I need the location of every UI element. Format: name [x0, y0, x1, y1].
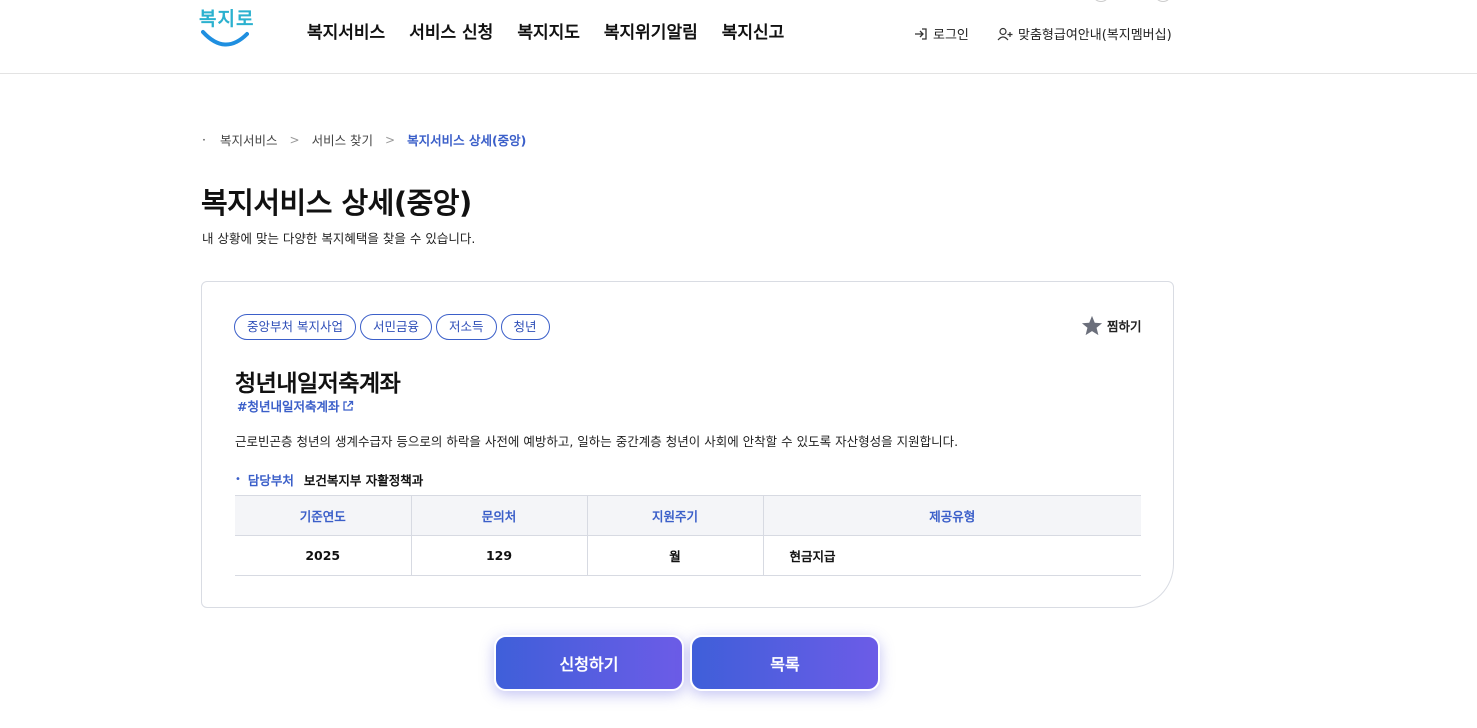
- logo-smile-icon: [201, 30, 249, 47]
- department-info: • 담당부처 보건복지부 자활정책과: [235, 470, 423, 489]
- nav-welfare-service[interactable]: 복지서비스: [307, 18, 385, 43]
- top-util-circle: [1155, 0, 1171, 2]
- tag-central-ministry: 중앙부처 복지사업: [234, 314, 356, 340]
- logo[interactable]: 복지로: [199, 4, 253, 50]
- nav-welfare-map[interactable]: 복지지도: [517, 18, 580, 43]
- service-hashtag-link[interactable]: #청년내일저축계좌: [237, 396, 354, 415]
- membership-label: 맞춤형급여안내(복지멤버십): [1018, 28, 1172, 43]
- breadcrumb-item-service-search[interactable]: 서비스 찾기: [312, 130, 373, 149]
- favorite-label: 찜하기: [1107, 319, 1142, 334]
- header-provision-type: 제공유형: [762, 495, 1141, 536]
- service-name: 청년내일저축계좌: [235, 371, 401, 397]
- chevron-right-icon: >: [385, 132, 396, 147]
- page-title: 복지서비스 상세(중앙): [201, 186, 472, 220]
- cell-support-cycle: 월: [586, 535, 763, 576]
- user-add-icon: [997, 27, 1013, 40]
- hashtag-label: #청년내일저축계좌: [237, 399, 340, 414]
- tag-low-income: 저소득: [436, 314, 497, 340]
- service-info-table: 기준연도 문의처 지원주기 제공유형 2025 129 월 현금지급: [235, 495, 1141, 576]
- cell-provision-type: 현금지급: [762, 535, 1141, 576]
- breadcrumb-bullet: ·: [202, 132, 206, 147]
- page-description: 내 상황에 맞는 다양한 복지혜택을 찾을 수 있습니다.: [202, 231, 476, 246]
- apply-button[interactable]: 신청하기: [494, 635, 684, 691]
- bullet-icon: •: [235, 474, 241, 485]
- list-button[interactable]: 목록: [690, 635, 880, 691]
- table-header-row: 기준연도 문의처 지원주기 제공유형: [235, 495, 1141, 536]
- department-value: 보건복지부 자활정책과: [303, 473, 424, 488]
- external-link-icon: [343, 400, 354, 411]
- login-link[interactable]: 로그인: [914, 24, 969, 43]
- breadcrumb: · 복지서비스 > 서비스 찾기 > 복지서비스 상세(중앙): [202, 130, 526, 149]
- nav-welfare-crisis-alert[interactable]: 복지위기알림: [604, 18, 698, 43]
- login-icon: [915, 27, 927, 40]
- breadcrumb-current: 복지서비스 상세(중앙): [407, 133, 527, 148]
- tag-youth: 청년: [500, 314, 550, 340]
- top-util-circle: [1093, 0, 1109, 2]
- favorite-button[interactable]: 찜하기: [1081, 315, 1142, 336]
- breadcrumb-item-welfare-service[interactable]: 복지서비스: [220, 130, 278, 149]
- main-nav: 복지서비스 서비스 신청 복지지도 복지위기알림 복지신고: [307, 18, 784, 43]
- table-row: 2025 129 월 현금지급: [235, 535, 1141, 576]
- membership-link[interactable]: 맞춤형급여안내(복지멤버십): [997, 24, 1172, 43]
- header-support-cycle: 지원주기: [586, 495, 763, 536]
- header-base-year: 기준연도: [235, 495, 411, 536]
- nav-service-apply[interactable]: 서비스 신청: [409, 18, 493, 43]
- chevron-right-icon: >: [289, 132, 300, 147]
- cell-contact: 129: [410, 535, 587, 576]
- nav-welfare-report[interactable]: 복지신고: [722, 18, 785, 43]
- service-tags: 중앙부처 복지사업 서민금융 저소득 청년: [234, 314, 550, 340]
- department-label: 담당부처: [247, 473, 294, 488]
- service-description: 근로빈곤층 청년의 생계수급자 등으로의 하락을 사전에 예방하고, 일하는 중…: [235, 434, 959, 449]
- login-label: 로그인: [933, 28, 969, 43]
- tag-microfinance: 서민금융: [359, 314, 432, 340]
- site-header: 복지로 복지서비스 서비스 신청 복지지도 복지위기알림 복지신고 로그인 맞춤…: [0, 0, 1477, 74]
- star-icon: [1081, 315, 1103, 336]
- service-detail-card: 중앙부처 복지사업 서민금융 저소득 청년 찜하기 청년내일저축계좌 #청년내일…: [201, 281, 1174, 608]
- cell-base-year: 2025: [235, 535, 411, 576]
- header-contact: 문의처: [410, 495, 587, 536]
